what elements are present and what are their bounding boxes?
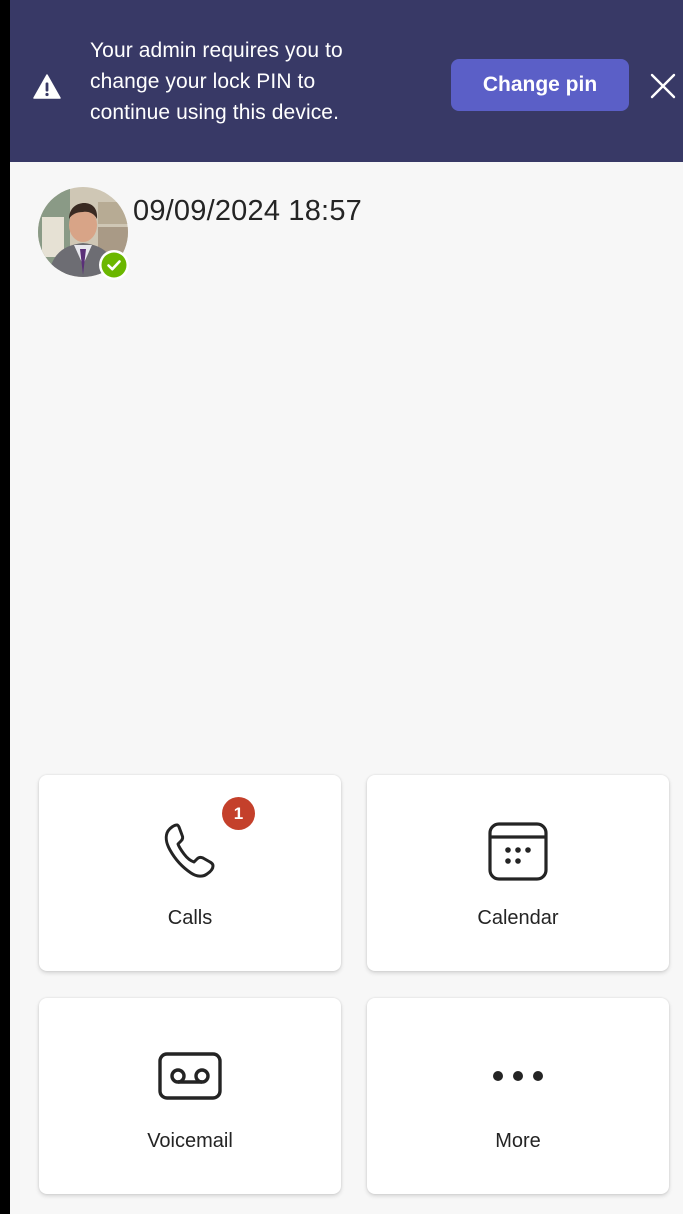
date-time: 09/09/2024 18:57 xyxy=(133,195,362,227)
more-label: More xyxy=(495,1130,541,1152)
calendar-label: Calendar xyxy=(477,907,559,929)
admin-pin-banner: Your admin requires you to change your l… xyxy=(0,0,683,162)
presence-available-icon xyxy=(99,250,129,280)
calendar-tile[interactable]: Calendar xyxy=(367,775,669,971)
calendar-icon xyxy=(488,822,548,881)
calls-label: Calls xyxy=(167,907,213,929)
close-banner-button[interactable] xyxy=(645,68,681,104)
banner-message-line: change your lock PIN to xyxy=(90,70,316,93)
more-tile[interactable]: More xyxy=(367,998,669,1194)
voicemail-icon xyxy=(158,1052,222,1100)
device-screen: Your admin requires you to change your l… xyxy=(0,0,683,1214)
missed-calls-badge: 1 xyxy=(222,797,255,830)
close-icon xyxy=(650,73,676,99)
voicemail-tile[interactable]: Voicemail xyxy=(39,998,341,1194)
banner-message-line: continue using this device. xyxy=(90,101,340,124)
banner-message-line: Your admin requires you to xyxy=(90,39,343,62)
voicemail-label: Voicemail xyxy=(147,1130,233,1152)
phone-icon xyxy=(164,823,215,878)
warning-icon xyxy=(33,74,61,99)
change-pin-button[interactable]: Change pin xyxy=(451,59,629,111)
more-icon xyxy=(493,1071,543,1081)
calls-tile[interactable]: Calls xyxy=(39,775,341,971)
banner-message: Your admin requires you to change your l… xyxy=(90,35,430,128)
